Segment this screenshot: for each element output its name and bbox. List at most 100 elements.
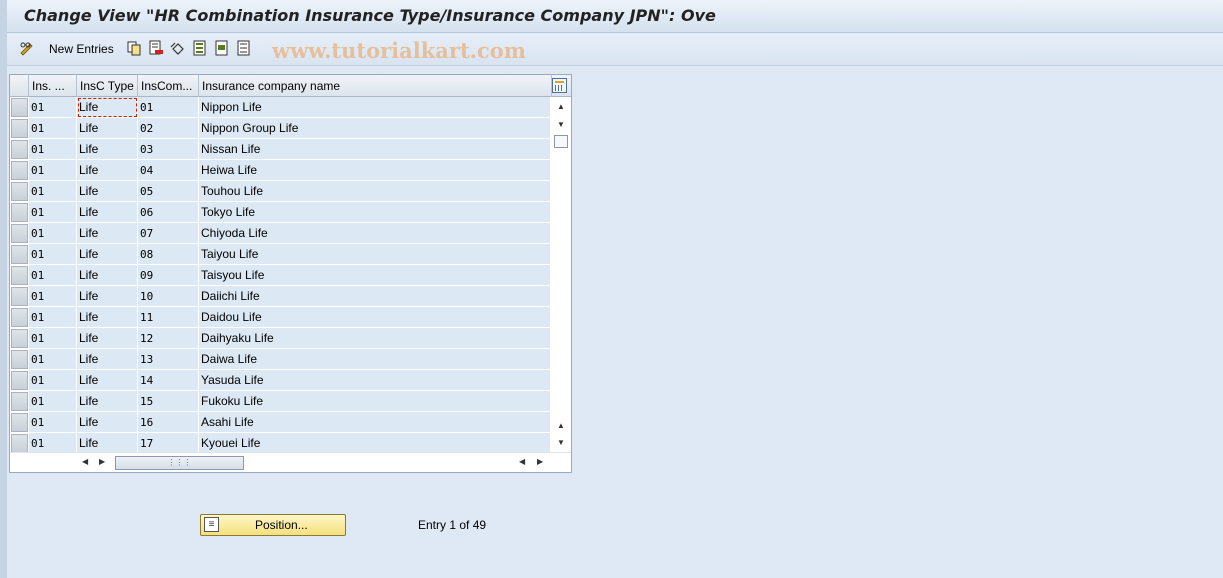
column-header-insc-type[interactable]: InsC Type: [77, 75, 138, 97]
cell-insc-type[interactable]: Life: [77, 391, 138, 412]
cell-inscom[interactable]: 03: [138, 139, 199, 160]
cell-ins[interactable]: 01: [29, 370, 77, 391]
copy-icon[interactable]: [126, 40, 142, 56]
cell-inscom[interactable]: 09: [138, 265, 199, 286]
cell-insc-type[interactable]: Life: [77, 139, 138, 160]
horizontal-scrollbar[interactable]: ◀ ▶ ⋮⋮⋮ ◀ ▶: [10, 452, 571, 472]
row-selector[interactable]: [11, 329, 28, 348]
cell-inscom[interactable]: 11: [138, 307, 199, 328]
scroll-down-icon[interactable]: ▼: [555, 437, 567, 449]
row-selector[interactable]: [11, 350, 28, 369]
cell-insc-type[interactable]: Life: [77, 118, 138, 139]
position-button[interactable]: ≡ Position...: [200, 514, 346, 536]
cell-inscom[interactable]: 08: [138, 244, 199, 265]
cell-ins[interactable]: 01: [29, 286, 77, 307]
cell-inscom[interactable]: 14: [138, 370, 199, 391]
cell-insc-type[interactable]: Life: [77, 349, 138, 370]
row-selector[interactable]: [11, 203, 28, 222]
vertical-scrollbar[interactable]: ▲ ▼ ▲ ▼: [552, 97, 570, 452]
cell-ins[interactable]: 01: [29, 244, 77, 265]
new-entries-button[interactable]: New Entries: [49, 42, 114, 56]
row-selector[interactable]: [11, 371, 28, 390]
cell-inscom[interactable]: 01: [138, 97, 199, 118]
cell-insc-type[interactable]: Life: [77, 97, 138, 118]
column-header-ins[interactable]: Ins. ...: [29, 75, 77, 97]
cell-insc-type[interactable]: Life: [77, 160, 138, 181]
row-selector[interactable]: [11, 224, 28, 243]
cell-inscom[interactable]: 13: [138, 349, 199, 370]
scroll-thumb[interactable]: [554, 135, 568, 148]
cell-insurance-company-name[interactable]: Chiyoda Life: [199, 223, 551, 244]
column-header-insurance-company-name[interactable]: Insurance company name: [199, 75, 552, 97]
row-selector[interactable]: [11, 413, 28, 432]
cell-ins[interactable]: 01: [29, 328, 77, 349]
row-selector[interactable]: [11, 98, 28, 117]
cell-insurance-company-name[interactable]: Daihyaku Life: [199, 328, 551, 349]
cell-ins[interactable]: 01: [29, 181, 77, 202]
cell-inscom[interactable]: 15: [138, 391, 199, 412]
cell-insurance-company-name[interactable]: Taiyou Life: [199, 244, 551, 265]
cell-ins[interactable]: 01: [29, 391, 77, 412]
scroll-right-end-icon[interactable]: ▶: [537, 457, 543, 466]
cell-insc-type[interactable]: Life: [77, 328, 138, 349]
cell-ins[interactable]: 01: [29, 160, 77, 181]
row-selector[interactable]: [11, 182, 28, 201]
cell-insurance-company-name[interactable]: Touhou Life: [199, 181, 551, 202]
row-selector[interactable]: [11, 308, 28, 327]
delete-icon[interactable]: [148, 40, 164, 56]
select-all-icon[interactable]: [192, 40, 208, 56]
cell-insurance-company-name[interactable]: Fukoku Life: [199, 391, 551, 412]
cell-insurance-company-name[interactable]: Daiwa Life: [199, 349, 551, 370]
cell-insurance-company-name[interactable]: Tokyo Life: [199, 202, 551, 223]
cell-ins[interactable]: 01: [29, 433, 77, 454]
cell-insurance-company-name[interactable]: Kyouei Life: [199, 433, 551, 454]
cell-insurance-company-name[interactable]: Asahi Life: [199, 412, 551, 433]
scroll-left-end-icon[interactable]: ◀: [519, 457, 525, 466]
cell-ins[interactable]: 01: [29, 307, 77, 328]
scroll-up-icon[interactable]: ▲: [555, 101, 567, 113]
cell-inscom[interactable]: 05: [138, 181, 199, 202]
cell-insc-type[interactable]: Life: [77, 412, 138, 433]
cell-insc-type[interactable]: Life: [77, 307, 138, 328]
row-selector[interactable]: [11, 392, 28, 411]
cell-insc-type[interactable]: Life: [77, 265, 138, 286]
pencil-glasses-icon[interactable]: [19, 40, 35, 56]
cell-insurance-company-name[interactable]: Yasuda Life: [199, 370, 551, 391]
cell-insurance-company-name[interactable]: Daidou Life: [199, 307, 551, 328]
undo-icon[interactable]: [170, 40, 186, 56]
row-selector[interactable]: [11, 434, 28, 453]
row-selector[interactable]: [11, 140, 28, 159]
cell-inscom[interactable]: 06: [138, 202, 199, 223]
cell-insc-type[interactable]: Life: [77, 370, 138, 391]
cell-inscom[interactable]: 02: [138, 118, 199, 139]
cell-ins[interactable]: 01: [29, 223, 77, 244]
row-selector[interactable]: [11, 266, 28, 285]
cell-insc-type[interactable]: Life: [77, 433, 138, 454]
deselect-all-icon[interactable]: [236, 40, 252, 56]
scroll-page-down-icon[interactable]: ▼: [555, 119, 567, 131]
cell-inscom[interactable]: 16: [138, 412, 199, 433]
cell-insurance-company-name[interactable]: Nippon Group Life: [199, 118, 551, 139]
row-selector[interactable]: [11, 245, 28, 264]
cell-insurance-company-name[interactable]: Heiwa Life: [199, 160, 551, 181]
cell-ins[interactable]: 01: [29, 97, 77, 118]
cell-inscom[interactable]: 10: [138, 286, 199, 307]
row-selector[interactable]: [11, 161, 28, 180]
scroll-left-icon[interactable]: ◀: [82, 457, 88, 466]
cell-inscom[interactable]: 17: [138, 433, 199, 454]
column-header-inscom[interactable]: InsCom...: [138, 75, 199, 97]
cell-ins[interactable]: 01: [29, 265, 77, 286]
cell-inscom[interactable]: 12: [138, 328, 199, 349]
cell-insurance-company-name[interactable]: Nissan Life: [199, 139, 551, 160]
scroll-right-icon[interactable]: ▶: [99, 457, 105, 466]
cell-ins[interactable]: 01: [29, 139, 77, 160]
cell-insc-type[interactable]: Life: [77, 202, 138, 223]
row-selector[interactable]: [11, 287, 28, 306]
cell-inscom[interactable]: 04: [138, 160, 199, 181]
cell-ins[interactable]: 01: [29, 202, 77, 223]
scroll-page-up-icon[interactable]: ▲: [555, 420, 567, 432]
select-block-icon[interactable]: [214, 40, 230, 56]
table-settings-icon[interactable]: [552, 78, 567, 93]
cell-insurance-company-name[interactable]: Nippon Life: [199, 97, 551, 118]
cell-insurance-company-name[interactable]: Taisyou Life: [199, 265, 551, 286]
